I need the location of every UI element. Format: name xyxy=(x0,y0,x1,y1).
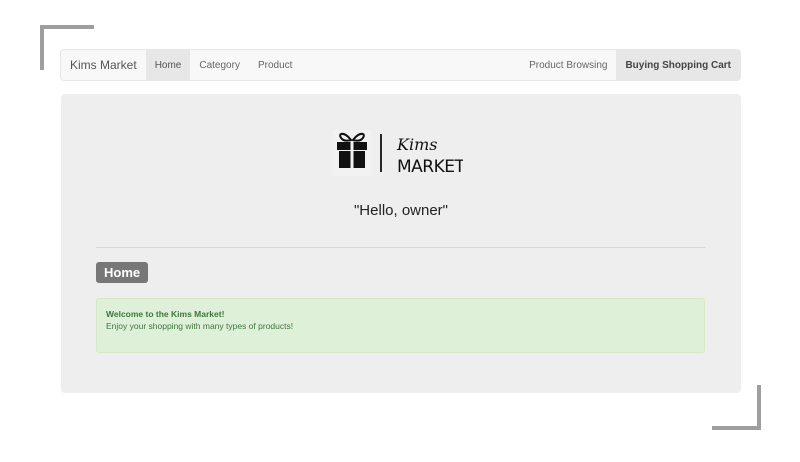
welcome-alert: Welcome to the Kims Market! Enjoy your s… xyxy=(96,298,705,353)
alert-title: Welcome to the Kims Market! xyxy=(106,309,225,319)
alert-message: Enjoy your shopping with many types of p… xyxy=(106,321,294,331)
nav-item-category[interactable]: Category xyxy=(190,50,249,80)
navbar: Kims Market Home Category Product Produc… xyxy=(60,49,741,81)
logo-script-text: Kims xyxy=(396,135,437,154)
section-label-home: Home xyxy=(96,262,149,283)
gift-icon xyxy=(333,130,371,176)
nav-item-buying-shopping-cart[interactable]: Buying Shopping Cart xyxy=(616,50,740,80)
logo-market-text: MARKET xyxy=(397,157,463,176)
nav-item-product-browsing[interactable]: Product Browsing xyxy=(520,50,616,80)
nav-item-product[interactable]: Product xyxy=(249,50,301,80)
navbar-brand[interactable]: Kims Market xyxy=(61,50,146,80)
jumbotron: Kims MARKET "Hello, owner" Home Welcome … xyxy=(61,94,741,393)
nav-item-home[interactable]: Home xyxy=(145,50,191,80)
divider xyxy=(96,247,705,248)
kims-market-logo: Kims MARKET xyxy=(333,130,463,176)
greeting-text: "Hello, owner" xyxy=(353,202,449,219)
